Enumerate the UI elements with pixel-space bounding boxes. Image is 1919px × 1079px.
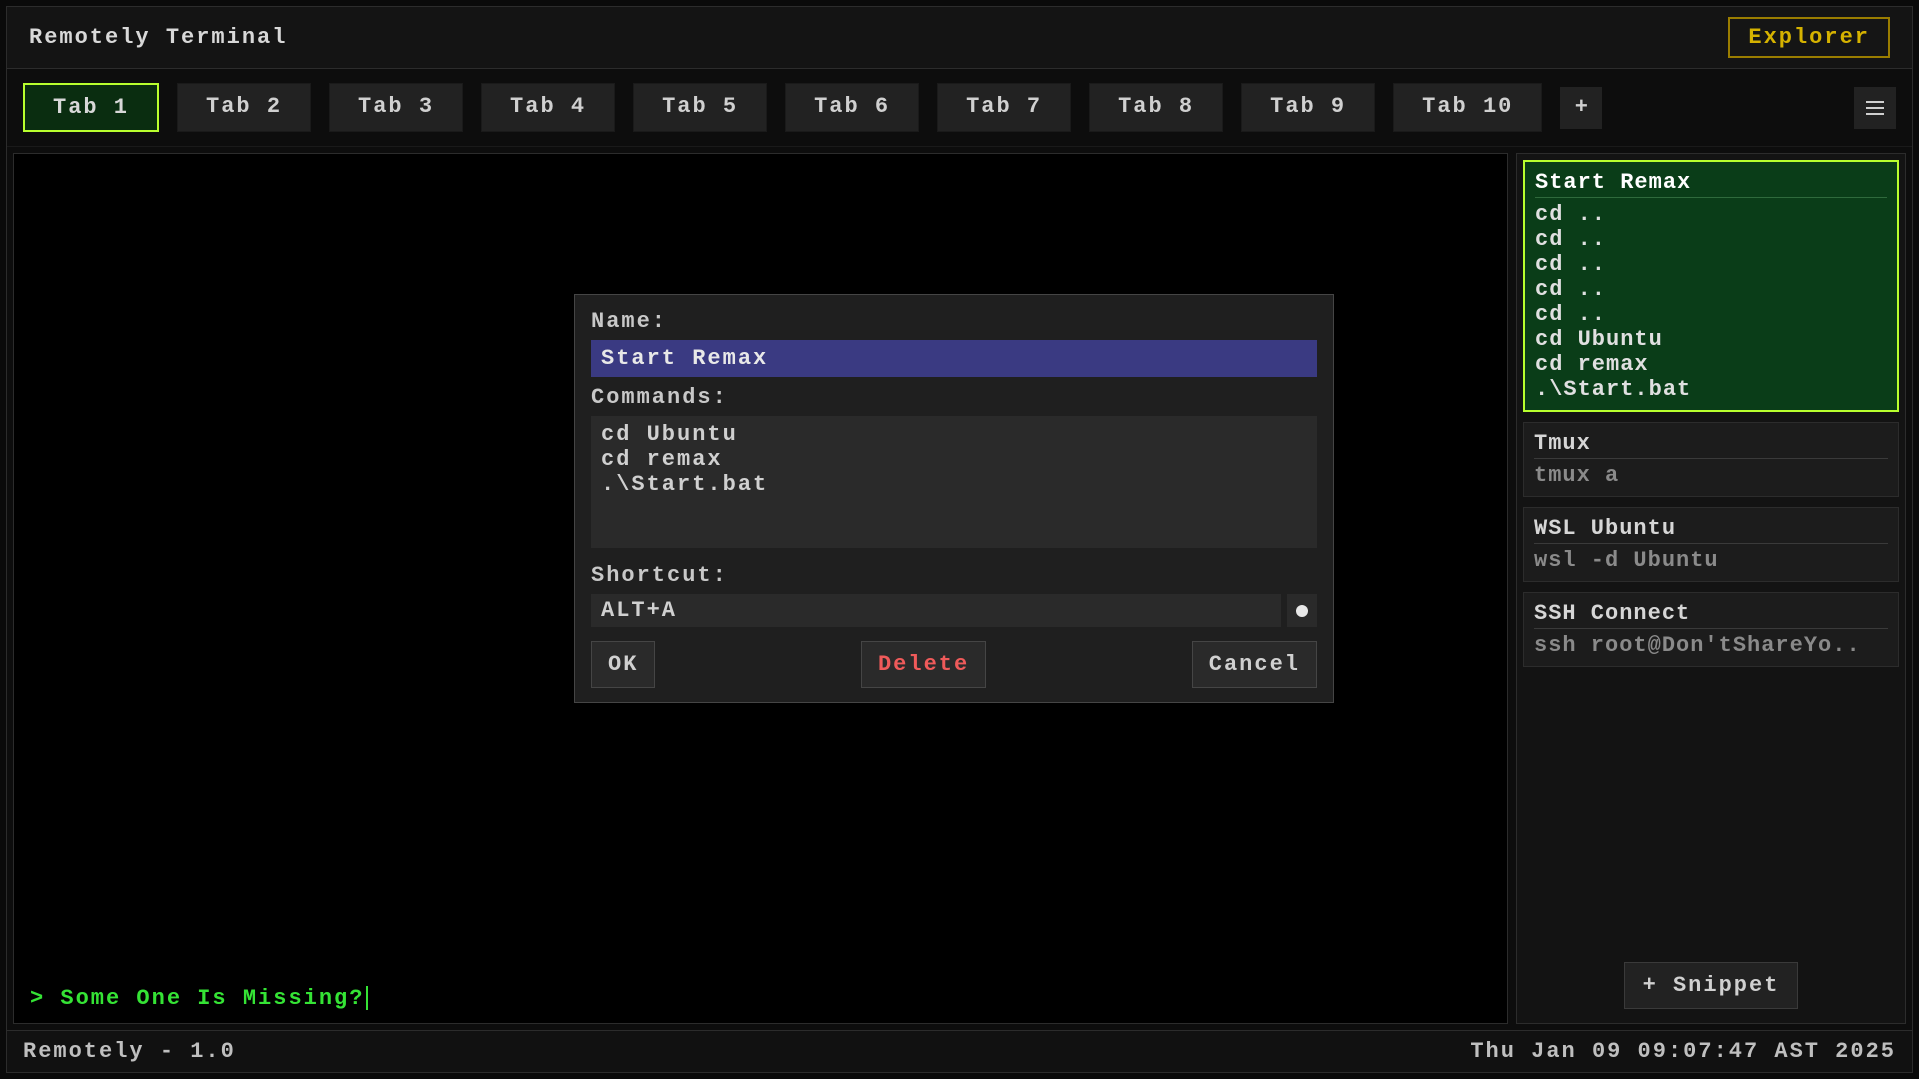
shortcut-row	[591, 594, 1317, 627]
record-shortcut-button[interactable]	[1287, 594, 1317, 627]
terminal-pane[interactable]: > Some One Is Missing? Name: Commands: S…	[13, 153, 1508, 1024]
snippet-body: tmux a	[1534, 463, 1888, 488]
prompt-prefix: >	[30, 986, 60, 1011]
hamburger-icon	[1866, 101, 1884, 115]
tab-add-button[interactable]: +	[1560, 87, 1602, 129]
main-area: > Some One Is Missing? Name: Commands: S…	[7, 147, 1912, 1030]
snippet-title: Tmux	[1534, 431, 1888, 459]
tabs-host: Tab 1 Tab 2 Tab 3 Tab 4 Tab 5 Tab 6 Tab 7 Tab 8…	[23, 83, 1542, 132]
status-right: Thu Jan 09 09:07:47 AST 2025	[1470, 1039, 1896, 1064]
header: Remotely Terminal Explorer	[7, 7, 1912, 69]
snippet-title: WSL Ubuntu	[1534, 516, 1888, 544]
name-label: Name:	[591, 309, 1317, 334]
shortcut-input[interactable]	[591, 594, 1281, 627]
tab-2[interactable]: Tab 2	[177, 83, 311, 132]
snippet-body: ssh root@Don'tShareYo..	[1534, 633, 1888, 658]
terminal-prompt: > Some One Is Missing?	[30, 986, 368, 1011]
dialog-buttons: OK Delete Cancel	[591, 641, 1317, 688]
snippet-edit-dialog: Name: Commands: Shortcut: OK Delete Canc…	[574, 294, 1334, 703]
tab-7[interactable]: Tab 7	[937, 83, 1071, 132]
ok-button[interactable]: OK	[591, 641, 655, 688]
snippets-list: Start Remax cd .. cd .. cd .. cd .. cd ..…	[1523, 160, 1899, 944]
shortcut-label: Shortcut:	[591, 563, 1317, 588]
cursor-icon	[366, 986, 368, 1010]
app-window: Remotely Terminal Explorer Tab 1Tab 2Tab…	[6, 6, 1913, 1073]
snippet-body: cd .. cd .. cd .. cd .. cd .. cd Ubuntu …	[1535, 202, 1887, 402]
tab-1[interactable]: Tab 1	[23, 83, 159, 132]
tab-10[interactable]: Tab 10	[1393, 83, 1542, 132]
status-bar: Remotely - 1.0 Thu Jan 09 09:07:47 AST 2…	[7, 1030, 1912, 1072]
explorer-button[interactable]: Explorer	[1728, 17, 1890, 58]
snippet-card[interactable]: Start Remax cd .. cd .. cd .. cd .. cd ..…	[1523, 160, 1899, 412]
snippet-card[interactable]: SSH Connect ssh root@Don'tShareYo..	[1523, 592, 1899, 667]
commands-input[interactable]	[591, 416, 1317, 548]
snippet-sidebar: Start Remax cd .. cd .. cd .. cd .. cd ..…	[1516, 153, 1906, 1024]
snippet-card[interactable]: Tmux tmux a	[1523, 422, 1899, 497]
tab-8[interactable]: Tab 8	[1089, 83, 1223, 132]
tab-3[interactable]: Tab 3	[329, 83, 463, 132]
tab-6[interactable]: Tab 6	[785, 83, 919, 132]
snippet-title: Start Remax	[1535, 170, 1887, 198]
status-left: Remotely - 1.0	[23, 1039, 236, 1064]
add-snippet-row: + Snippet	[1523, 954, 1899, 1017]
delete-button[interactable]: Delete	[861, 641, 986, 688]
prompt-text: Some One Is Missing?	[60, 986, 364, 1011]
cancel-button[interactable]: Cancel	[1192, 641, 1317, 688]
menu-button[interactable]	[1854, 87, 1896, 129]
snippet-card[interactable]: WSL Ubuntu wsl -d Ubuntu	[1523, 507, 1899, 582]
tab-bar: Tab 1 Tab 2 Tab 3 Tab 4 Tab 5 Tab 6 Tab 7 Tab 8…	[7, 69, 1912, 147]
add-snippet-button[interactable]: + Snippet	[1624, 962, 1799, 1009]
snippet-title: SSH Connect	[1534, 601, 1888, 629]
commands-label: Commands:	[591, 385, 1317, 410]
snippet-body: wsl -d Ubuntu	[1534, 548, 1888, 573]
record-icon	[1296, 605, 1308, 617]
tab-5[interactable]: Tab 5	[633, 83, 767, 132]
tab-9[interactable]: Tab 9	[1241, 83, 1375, 132]
name-input[interactable]	[591, 340, 1317, 377]
app-title: Remotely Terminal	[29, 25, 287, 50]
tab-4[interactable]: Tab 4	[481, 83, 615, 132]
